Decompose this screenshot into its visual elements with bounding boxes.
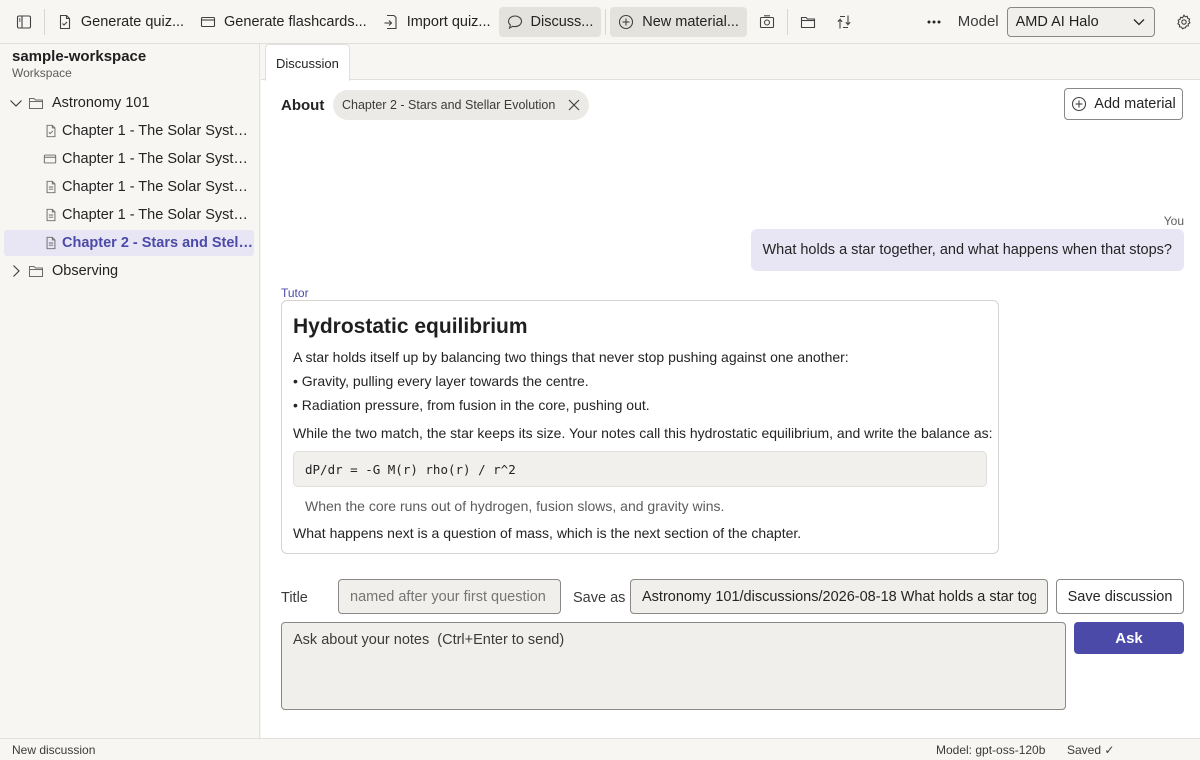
open-folder-button[interactable]: [792, 7, 824, 37]
folder-icon: [29, 98, 43, 109]
save-discussion-button[interactable]: Save discussion: [1056, 579, 1184, 614]
close-icon[interactable]: [567, 98, 581, 112]
folder-icon: [29, 266, 43, 277]
discuss-label: Discuss...: [530, 13, 594, 30]
gear-icon: [1177, 13, 1191, 30]
generate-flashcards-label: Generate flashcards...: [224, 13, 367, 30]
add-material-button[interactable]: Add material: [1064, 88, 1183, 120]
workspace-subtitle: Workspace: [12, 66, 72, 80]
tutor-message: Hydrostatic equilibrium A star holds its…: [281, 300, 999, 554]
tutor-heading: Hydrostatic equilibrium: [293, 315, 528, 338]
flashcards-icon: [200, 16, 216, 27]
quiz-doc-icon: [46, 124, 56, 138]
tree-item-document-selected[interactable]: Chapter 2 - Stars and Stella...: [4, 230, 254, 256]
tree-folder-astronomy-101[interactable]: Astronomy 101: [4, 90, 254, 116]
model-select-value: AMD AI Halo: [1015, 13, 1099, 30]
tree-item-label: Chapter 1 - The Solar System...: [62, 151, 254, 167]
saveas-label: Save as: [573, 590, 626, 606]
user-author-label: You: [1163, 214, 1184, 228]
tree-folder-label: Astronomy 101: [52, 95, 150, 111]
tree-item-label: Chapter 1 - The Solar System...: [62, 123, 254, 139]
tutor-bullet: • Radiation pressure, from fusion in the…: [293, 397, 650, 413]
title-input[interactable]: [338, 579, 561, 614]
document-icon: [46, 236, 56, 250]
screenshot-button[interactable]: [751, 7, 783, 37]
toolbar-divider: [786, 8, 788, 35]
tab-label: Discussion: [276, 55, 339, 71]
status-saved: Saved ✓: [1067, 743, 1115, 757]
new-material-button[interactable]: New material...: [610, 6, 747, 37]
model-label: Model: [957, 13, 999, 30]
about-chip-label: Chapter 2 - Stars and Stellar Evolution: [342, 98, 556, 112]
add-circle-icon: [619, 14, 634, 29]
tree-item-document[interactable]: Chapter 1 - The Solar System...: [4, 202, 254, 228]
add-circle-icon: [1072, 96, 1087, 112]
generate-quiz-label: Generate quiz...: [80, 13, 185, 30]
new-material-label: New material...: [642, 13, 739, 30]
status-model: Model: gpt-oss-120b: [936, 743, 1046, 757]
user-message-text: What holds a star together, and what hap…: [762, 242, 1173, 258]
add-material-label: Add material: [1094, 96, 1176, 112]
tutor-author-label: Tutor: [281, 286, 309, 300]
document-icon: [46, 180, 56, 194]
status-left: New discussion: [12, 743, 96, 757]
model-select[interactable]: AMD AI Halo: [1006, 6, 1155, 37]
ask-label: Ask: [1115, 629, 1143, 647]
sidebar: sample-workspace Workspace Astronomy 101…: [0, 44, 260, 738]
tree-item-label: Chapter 1 - The Solar System...: [62, 207, 254, 223]
chevron-down-icon: [10, 100, 22, 107]
generate-flashcards-button[interactable]: Generate flashcards...: [192, 7, 375, 37]
import-quiz-button[interactable]: Import quiz...: [375, 7, 499, 37]
more-button[interactable]: [918, 7, 950, 37]
title-label: Title: [281, 590, 308, 606]
tree-item-flashcards[interactable]: Chapter 1 - The Solar System...: [4, 146, 254, 172]
tree-item-document[interactable]: Chapter 1 - The Solar System...: [4, 174, 254, 200]
tutor-paragraph: What happens next is a question of mass,…: [293, 525, 802, 541]
document-icon: [46, 208, 56, 222]
tab-strip: Discussion: [261, 44, 1200, 81]
tab-discussion[interactable]: Discussion: [265, 44, 350, 81]
toolbar: Generate quiz... Generate flashcards... …: [0, 0, 1200, 44]
tutor-quote: When the core runs out of hydrogen, fusi…: [305, 498, 725, 514]
folder-icon: [800, 16, 815, 28]
quiz-icon: [59, 14, 70, 29]
chevron-right-icon: [13, 265, 20, 277]
about-chip: Chapter 2 - Stars and Stellar Evolution: [333, 90, 590, 120]
chevron-down-icon: [1133, 18, 1145, 25]
import-quiz-label: Import quiz...: [406, 13, 491, 30]
flashcards-icon: [43, 154, 57, 164]
settings-button[interactable]: [1168, 7, 1200, 37]
sidebar-toggle-icon: [16, 14, 32, 29]
save-discussion-label: Save discussion: [1067, 588, 1173, 605]
tree-folder-label: Observing: [52, 263, 119, 279]
chat-icon: [507, 14, 522, 29]
toolbar-divider: [605, 8, 607, 35]
tutor-paragraph: A star holds itself up by balancing two …: [293, 349, 849, 365]
user-message: What holds a star together, and what hap…: [750, 229, 1184, 271]
generate-quiz-button[interactable]: Generate quiz...: [49, 7, 192, 37]
ask-input[interactable]: [281, 622, 1066, 710]
tutor-code-block: dP/dr = -G M(r) rho(r) / r^2: [293, 451, 987, 487]
discuss-button[interactable]: Discuss...: [498, 6, 602, 37]
screenshot-icon: [759, 14, 774, 28]
tree-item-label: Chapter 2 - Stars and Stella...: [62, 235, 254, 251]
tree-item-quiz[interactable]: Chapter 1 - The Solar System...: [4, 118, 254, 144]
saveas-input[interactable]: [630, 579, 1048, 614]
more-icon: [927, 20, 941, 23]
tutor-paragraph: While the two match, the star keeps its …: [293, 425, 993, 441]
refresh-icon: [837, 15, 851, 28]
tutor-bullet: • Gravity, pulling every layer towards t…: [293, 373, 589, 389]
ask-button[interactable]: Ask: [1074, 622, 1184, 654]
tree-folder-observing[interactable]: Observing: [4, 258, 254, 284]
sidebar-toggle-button[interactable]: [8, 7, 40, 37]
main-panel: Discussion About Chapter 2 - Stars and S…: [261, 44, 1200, 738]
import-icon: [384, 14, 397, 29]
refresh-button[interactable]: [828, 7, 860, 37]
status-bar: New discussion Model: gpt-oss-120b Saved…: [0, 738, 1200, 760]
workspace-name: sample-workspace: [12, 48, 147, 65]
about-label: About: [281, 97, 325, 114]
tree-item-label: Chapter 1 - The Solar System...: [62, 179, 254, 195]
toolbar-divider: [44, 8, 45, 35]
